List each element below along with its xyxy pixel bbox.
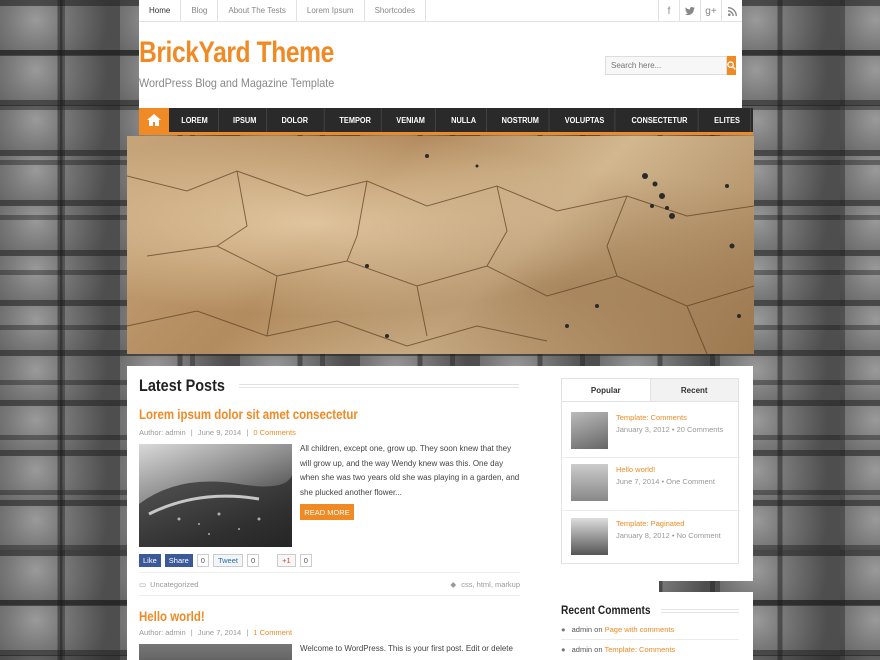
comment-author: admin: [571, 625, 593, 634]
facebook-share-button[interactable]: Share: [164, 554, 193, 567]
post-footer: ▭ Uncategorized ◆ css, html, markup: [139, 572, 520, 596]
tweet-button[interactable]: Tweet: [212, 554, 243, 567]
googleplus-count: 0: [299, 554, 312, 567]
site-title[interactable]: BrickYard Theme: [139, 36, 334, 70]
recent-comments-widget: Recent Comments ● admin on Page with com…: [549, 592, 753, 660]
topnav-shortcodes[interactable]: Shortcodes: [365, 0, 427, 21]
user-icon: ●: [561, 625, 566, 634]
mainnav-veniam[interactable]: VENIAM: [387, 108, 437, 132]
list-item-title[interactable]: Hello world!: [616, 464, 736, 476]
list-divider: [562, 510, 740, 511]
search-form: [605, 56, 736, 75]
site-tagline: WordPress Blog and Magazine Template: [139, 76, 335, 90]
topnav-lorem-ipsum[interactable]: Lorem Ipsum: [297, 0, 365, 21]
post-title[interactable]: Hello world!: [139, 608, 205, 624]
post-date: June 7, 2014: [197, 628, 242, 637]
list-item-title[interactable]: Template: Comments: [616, 412, 736, 424]
post-author: Author: admin: [139, 628, 186, 637]
post-title[interactable]: Lorem ipsum dolor sit amet consectetur: [139, 406, 358, 422]
list-item-thumbnail: [571, 518, 608, 555]
post-comments-link[interactable]: 1 Comment: [253, 628, 292, 637]
list-item: ● admin on Template: Comments: [561, 645, 676, 654]
mainnav-nulla[interactable]: NULLA: [441, 108, 487, 132]
post-meta: Author: admin | June 7, 2014 | 1 Comment: [139, 628, 293, 637]
mainnav-nostrum[interactable]: NOSTRUM: [491, 108, 550, 132]
popular-posts-list: Template: Comments January 3, 2012 • 20 …: [561, 402, 740, 564]
top-navigation: Home Blog About The Tests Lorem Ipsum Sh…: [139, 0, 742, 22]
mainnav-tempor[interactable]: TEMPOR: [329, 108, 383, 132]
home-icon: [146, 114, 161, 126]
read-more-button[interactable]: READ MORE: [300, 504, 354, 520]
post-comments-link[interactable]: 0 Comments: [253, 428, 296, 437]
rss-icon[interactable]: [721, 0, 742, 22]
list-item[interactable]: Hello world! June 7, 2014 • One Comment: [571, 464, 733, 504]
site-header: BrickYard Theme WordPress Blog and Magaz…: [139, 22, 742, 108]
list-item: ● admin on Page with comments: [561, 625, 675, 634]
tag-icon: ◆: [450, 579, 457, 589]
list-item-thumbnail: [571, 464, 608, 501]
comment-author: admin: [571, 645, 593, 654]
post-thumbnail[interactable]: [139, 444, 292, 547]
search-icon: [727, 61, 736, 70]
topnav-home[interactable]: Home: [139, 0, 182, 21]
post-date: June 9, 2014: [197, 428, 242, 437]
topnav-blog[interactable]: Blog: [181, 0, 219, 21]
post-excerpt: Welcome to WordPress. This is your first…: [300, 644, 513, 653]
post-thumbnail[interactable]: [139, 644, 292, 660]
home-button[interactable]: [139, 108, 169, 132]
main-navigation: LOREM IPSUM DOLOR SIT TEMPOR VENIAM NULL…: [139, 108, 753, 150]
header-banner-image: [127, 136, 754, 354]
folder-icon: ▭: [139, 579, 147, 589]
list-item-meta: January 8, 2012 • No Comment: [616, 531, 721, 540]
mainnav-elites[interactable]: ELITES: [704, 108, 751, 132]
social-links: f g+: [658, 0, 742, 22]
mainnav-lorem[interactable]: LOREM: [171, 108, 219, 132]
list-item[interactable]: Template: Comments January 3, 2012 • 20 …: [571, 412, 733, 452]
widget-divider: [661, 609, 739, 613]
list-item-title[interactable]: Template: Paginated: [616, 518, 736, 530]
list-divider: [561, 639, 739, 640]
facebook-icon[interactable]: f: [658, 0, 679, 22]
mainnav-ipsum[interactable]: IPSUM: [223, 108, 268, 132]
post-excerpt: All children, except one, grow up. They …: [300, 444, 520, 497]
mainnav-consectetur[interactable]: CONSECTETUR: [621, 108, 699, 132]
list-item[interactable]: Template: Paginated January 8, 2012 • No…: [571, 518, 733, 558]
share-buttons: Like Share 0 Tweet 0 +1 0: [139, 554, 312, 567]
list-item-meta: January 3, 2012 • 20 Comments: [616, 425, 724, 434]
list-item-meta: June 7, 2014 • One Comment: [616, 477, 715, 486]
widget-tabs: Popular Recent: [561, 378, 739, 402]
list-item-thumbnail: [571, 412, 608, 449]
post-category[interactable]: Uncategorized: [150, 580, 198, 589]
post-author: Author: admin: [139, 428, 186, 437]
post-tags[interactable]: ◆ css, html, markup: [450, 580, 520, 589]
post-meta: Author: admin | June 9, 2014 | 0 Comment…: [139, 428, 296, 437]
like-count: 0: [196, 554, 209, 567]
tabbed-posts-widget: Popular Recent Template: Comments Januar…: [549, 366, 753, 581]
widget-title: Recent Comments: [561, 603, 651, 617]
comment-post-link[interactable]: Page with comments: [605, 625, 675, 634]
tab-popular[interactable]: Popular: [562, 379, 650, 401]
mainnav-dolor-sit[interactable]: DOLOR SIT: [271, 108, 325, 150]
googleplus-button[interactable]: +1: [277, 554, 296, 567]
list-divider: [562, 457, 740, 458]
search-input[interactable]: [605, 56, 727, 75]
user-icon: ●: [561, 645, 566, 654]
comment-post-link[interactable]: Template: Comments: [604, 645, 675, 654]
topnav-about[interactable]: About The Tests: [218, 0, 297, 21]
googleplus-icon[interactable]: g+: [700, 0, 721, 22]
section-divider: [239, 384, 519, 388]
mainnav-voluptas[interactable]: VOLUPTAS: [555, 108, 616, 132]
page-wrapper: Home Blog About The Tests Lorem Ipsum Sh…: [127, 0, 754, 660]
facebook-like-button[interactable]: Like: [139, 554, 161, 567]
twitter-icon[interactable]: [679, 0, 700, 22]
tweet-count: 0: [246, 554, 260, 567]
search-button[interactable]: [727, 56, 736, 75]
tab-recent[interactable]: Recent: [649, 379, 738, 401]
